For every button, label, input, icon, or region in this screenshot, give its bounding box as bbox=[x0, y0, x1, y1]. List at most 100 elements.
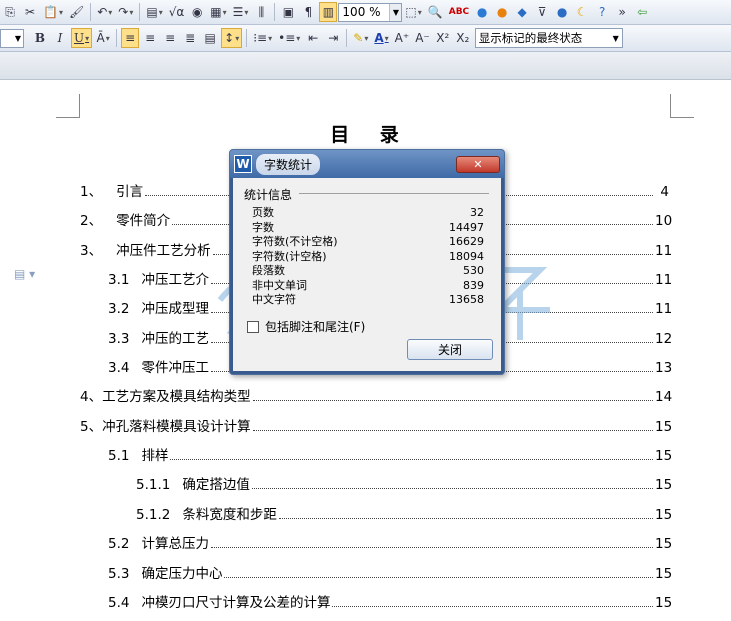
font-size-select[interactable]: ▼ bbox=[0, 28, 24, 48]
align-left-icon[interactable]: ≡ bbox=[121, 28, 140, 48]
italic-button[interactable]: I bbox=[51, 28, 69, 48]
toc-entry-number: 3、 bbox=[80, 243, 103, 259]
text-direction-icon[interactable]: ⫼ bbox=[252, 2, 270, 22]
toc-entry-number: 3.1 bbox=[108, 272, 130, 288]
toc-leader-dots bbox=[170, 459, 653, 460]
align-center-icon[interactable]: ≡ bbox=[141, 28, 159, 48]
show-marks-icon[interactable]: ¶ bbox=[299, 2, 317, 22]
decrease-indent-icon[interactable]: ⇤ bbox=[304, 28, 322, 48]
paste-icon[interactable]: 📋 bbox=[41, 2, 65, 22]
highlight-icon[interactable]: ✎ bbox=[351, 28, 370, 48]
toc-entry[interactable]: 5.1 排样 15 bbox=[108, 444, 673, 464]
bold-button[interactable]: B bbox=[31, 28, 49, 48]
dialog-body: 统计信息 页数 32 字数 14497 字符数(不计空格) 16629 字符数(计空格) 18… bbox=[233, 178, 501, 371]
table-icon[interactable]: ▦ bbox=[208, 2, 228, 22]
help-icon[interactable]: ? bbox=[593, 2, 611, 22]
toc-entry-number: 3.2 bbox=[108, 301, 130, 317]
distributed-icon[interactable]: ▤ bbox=[201, 28, 219, 48]
toc-entry-page: 11 bbox=[655, 272, 673, 288]
insert-icon[interactable]: ▤ bbox=[144, 2, 164, 22]
stat-value: 14497 bbox=[449, 220, 484, 234]
spellcheck-icon[interactable]: ABC bbox=[447, 2, 471, 22]
toc-entry-text: 确定搭边值 bbox=[182, 477, 250, 493]
superscript-icon[interactable]: X² bbox=[434, 28, 452, 48]
moon-icon[interactable]: ☾ bbox=[573, 2, 591, 22]
stat-row: 字符数(不计空格) 16629 bbox=[252, 235, 484, 249]
toc-entry-number: 3.4 bbox=[108, 360, 130, 376]
filter-icon[interactable]: ⊽ bbox=[533, 2, 551, 22]
stat-label: 页数 bbox=[252, 206, 274, 219]
redo-icon[interactable]: ↷ bbox=[116, 2, 135, 22]
track-changes-display-select[interactable]: 显示标记的最终状态 ▼ bbox=[474, 28, 623, 48]
copy-icon[interactable]: ⎘ bbox=[1, 2, 19, 22]
stat-row: 非中文单词 839 bbox=[252, 279, 484, 293]
standard-toolbar: ⎘ ✂ 📋 🖌 ↶ ↷ ▤ √α ◉ ▦ ☰ ⫼ ▣ ¶ ▥ 100 % ▼ ⬚… bbox=[0, 0, 731, 25]
subscript-icon[interactable]: X₂ bbox=[454, 28, 472, 48]
cut-icon[interactable]: ✂ bbox=[21, 2, 39, 22]
bullets-icon[interactable]: •≡ bbox=[276, 28, 302, 48]
web-icon[interactable]: ● bbox=[473, 2, 491, 22]
find-icon[interactable]: 🔍 bbox=[426, 2, 445, 22]
chevron-down-icon[interactable]: ▼ bbox=[389, 3, 402, 21]
toc-entry-page: 15 bbox=[655, 595, 673, 611]
include-footnotes-checkbox[interactable] bbox=[247, 320, 259, 333]
stat-value: 32 bbox=[470, 206, 484, 219]
app-orange-icon[interactable]: ● bbox=[493, 2, 511, 22]
toc-leader-dots bbox=[252, 400, 653, 401]
toc-entry-text: 计算总压力 bbox=[141, 536, 209, 552]
line-spacing-icon[interactable]: ↕ bbox=[221, 28, 243, 48]
toc-entry-text: 零件冲压工 bbox=[141, 360, 209, 376]
stat-row: 中文字符 13658 bbox=[252, 293, 484, 307]
close-icon[interactable]: ✕ bbox=[456, 155, 500, 173]
font-color-button[interactable]: A bbox=[372, 28, 390, 48]
chevron-down-icon[interactable]: ▼ bbox=[610, 34, 622, 43]
toc-entry-page: 12 bbox=[655, 331, 673, 347]
toc-entry[interactable]: 4、 工艺方案及模具结构类型 14 bbox=[80, 385, 672, 405]
separator bbox=[90, 3, 92, 21]
shrink-font-icon[interactable]: A⁻ bbox=[413, 28, 432, 48]
toc-leader-dots bbox=[278, 518, 653, 519]
toc-entry[interactable]: 5.4 冲模刃口尺寸计算及公差的计算 15 bbox=[108, 591, 673, 611]
align-right-icon[interactable]: ≡ bbox=[161, 28, 179, 48]
chat-icon[interactable]: ● bbox=[553, 2, 571, 22]
toc-entry-text: 工艺方案及模具结构类型 bbox=[102, 389, 251, 405]
toc-entry-number: 5.1.1 bbox=[136, 477, 171, 493]
underline-button[interactable]: U bbox=[71, 28, 93, 48]
grow-font-icon[interactable]: A⁺ bbox=[393, 28, 412, 48]
paragraph-layout-icon[interactable]: ▤ ▾ bbox=[14, 267, 35, 281]
close-button[interactable]: 关闭 bbox=[407, 339, 493, 360]
toc-leader-dots bbox=[210, 547, 653, 548]
toc-entry-page: 15 bbox=[655, 566, 673, 582]
toc-entry[interactable]: 5.1.2 条料宽度和步距 15 bbox=[136, 503, 672, 523]
columns-icon[interactable]: ☰ bbox=[231, 2, 251, 22]
toc-entry[interactable]: 5.1.1 确定搭边值 15 bbox=[136, 473, 672, 493]
increase-indent-icon[interactable]: ⇥ bbox=[324, 28, 342, 48]
zoom-value: 100 % bbox=[342, 5, 381, 19]
formula-icon[interactable]: √α bbox=[167, 2, 187, 22]
toc-entry[interactable]: 5.3 确定压力中心 15 bbox=[108, 562, 673, 582]
justify-icon[interactable]: ≣ bbox=[181, 28, 199, 48]
more-icon[interactable]: » bbox=[613, 2, 631, 22]
text-effects-icon[interactable]: Ā bbox=[94, 28, 112, 48]
toc-entry[interactable]: 5、 冲孔落料模模具设计计算 15 bbox=[80, 415, 672, 435]
zoom-select[interactable]: 100 % ▼ bbox=[338, 2, 403, 22]
toc-entry-text: 冲孔落料模模具设计计算 bbox=[102, 419, 251, 435]
document-map-icon[interactable]: ▣ bbox=[279, 2, 297, 22]
dialog-titlebar[interactable]: W 字数统计 ✕ bbox=[230, 150, 504, 178]
back-arrow-icon[interactable]: ⇦ bbox=[633, 2, 651, 22]
formatting-toolbar: ▼ B I U Ā ≡ ≡ ≡ ≣ ▤ ↕ ⁝≡ •≡ ⇤ ⇥ ✎ A A⁺ A… bbox=[0, 25, 731, 52]
separator bbox=[139, 3, 141, 21]
dialog-title: 字数统计 bbox=[256, 153, 321, 175]
include-footnotes-option[interactable]: 包括脚注和尾注(F) bbox=[247, 318, 365, 335]
app-blue-icon[interactable]: ◆ bbox=[513, 2, 531, 22]
word-count-icon[interactable]: ▥ bbox=[319, 2, 338, 22]
toc-entry-page: 15 bbox=[655, 448, 673, 464]
format-painter-icon[interactable]: 🖌 bbox=[67, 2, 86, 22]
numbering-icon[interactable]: ⁝≡ bbox=[251, 28, 274, 48]
word-count-dialog: W 字数统计 ✕ 统计信息 页数 32 字数 14497 字符数(不计空格) 16629 字… bbox=[229, 149, 505, 375]
toc-entry-text: 条料宽度和步距 bbox=[182, 507, 277, 523]
toc-entry[interactable]: 5.2 计算总压力 15 bbox=[108, 532, 672, 552]
undo-icon[interactable]: ↶ bbox=[95, 2, 114, 22]
select-icon[interactable]: ⬚ bbox=[403, 2, 423, 22]
user-icon[interactable]: ◉ bbox=[188, 2, 206, 22]
